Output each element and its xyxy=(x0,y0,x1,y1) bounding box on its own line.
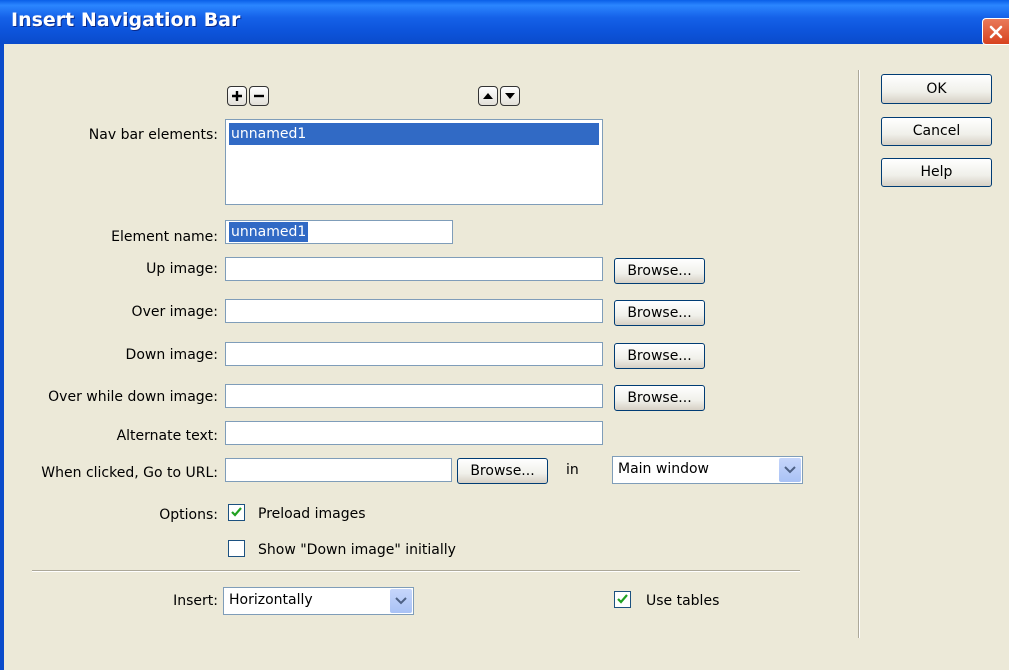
dropdown-arrow-icon xyxy=(390,589,412,613)
target-window-value: Main window xyxy=(618,461,709,477)
separator xyxy=(32,570,800,572)
over-image-label: Over image: xyxy=(131,304,218,320)
nav-bar-elements-label: Nav bar elements: xyxy=(88,127,218,143)
help-button[interactable]: Help xyxy=(881,158,992,187)
use-tables-label: Use tables xyxy=(646,593,720,609)
over-while-down-browse-button[interactable]: Browse... xyxy=(614,385,705,411)
minus-icon xyxy=(254,94,264,98)
remove-element-button[interactable] xyxy=(249,86,269,106)
add-element-button[interactable] xyxy=(227,86,247,106)
window-frame-left xyxy=(0,44,4,670)
down-image-label: Down image: xyxy=(125,347,218,363)
arrow-down-icon xyxy=(505,93,515,99)
goto-url-input[interactable] xyxy=(225,458,452,482)
cancel-button[interactable]: Cancel xyxy=(881,117,992,146)
element-name-label: Element name: xyxy=(111,229,218,245)
options-label: Options: xyxy=(159,507,218,523)
close-icon xyxy=(989,25,1003,39)
down-image-browse-button[interactable]: Browse... xyxy=(614,343,705,369)
up-image-browse-button[interactable]: Browse... xyxy=(614,258,705,284)
alternate-text-label: Alternate text: xyxy=(116,428,218,444)
vertical-separator xyxy=(858,70,860,638)
list-item[interactable]: unnamed1 xyxy=(229,123,599,145)
over-image-input[interactable] xyxy=(225,299,603,323)
nav-bar-elements-list[interactable]: unnamed1 xyxy=(225,119,603,205)
over-while-down-image-input[interactable] xyxy=(225,384,603,408)
insert-label: Insert: xyxy=(173,593,218,609)
preload-images-checkbox[interactable] xyxy=(228,504,245,521)
goto-url-browse-button[interactable]: Browse... xyxy=(457,458,548,484)
title-bar: Insert Navigation Bar xyxy=(0,0,1009,44)
plus-icon xyxy=(232,91,242,101)
preload-images-label: Preload images xyxy=(258,506,366,522)
alternate-text-input[interactable] xyxy=(225,421,603,445)
show-down-image-label: Show "Down image" initially xyxy=(258,542,456,558)
element-name-value: unnamed1 xyxy=(229,222,309,242)
insert-select[interactable]: Horizontally xyxy=(223,587,414,615)
ok-button[interactable]: OK xyxy=(881,74,992,104)
up-image-label: Up image: xyxy=(146,261,218,277)
in-label: in xyxy=(566,462,579,478)
show-down-image-checkbox[interactable] xyxy=(228,540,245,557)
move-up-button[interactable] xyxy=(478,86,498,106)
over-while-down-image-label: Over while down image: xyxy=(48,389,218,405)
insert-value: Horizontally xyxy=(229,592,313,608)
window-title: Insert Navigation Bar xyxy=(11,9,241,31)
dropdown-arrow-icon xyxy=(779,458,801,482)
over-image-browse-button[interactable]: Browse... xyxy=(614,300,705,326)
goto-url-label: When clicked, Go to URL: xyxy=(41,465,218,481)
element-name-input[interactable]: unnamed1 xyxy=(225,220,453,244)
close-button[interactable] xyxy=(982,18,1009,45)
use-tables-checkbox[interactable] xyxy=(614,591,631,608)
checkmark-icon xyxy=(231,507,242,517)
down-image-input[interactable] xyxy=(225,342,603,366)
move-down-button[interactable] xyxy=(500,86,520,106)
checkmark-icon xyxy=(617,594,628,604)
target-window-select[interactable]: Main window xyxy=(612,456,803,484)
up-image-input[interactable] xyxy=(225,257,603,281)
arrow-up-icon xyxy=(483,93,493,99)
